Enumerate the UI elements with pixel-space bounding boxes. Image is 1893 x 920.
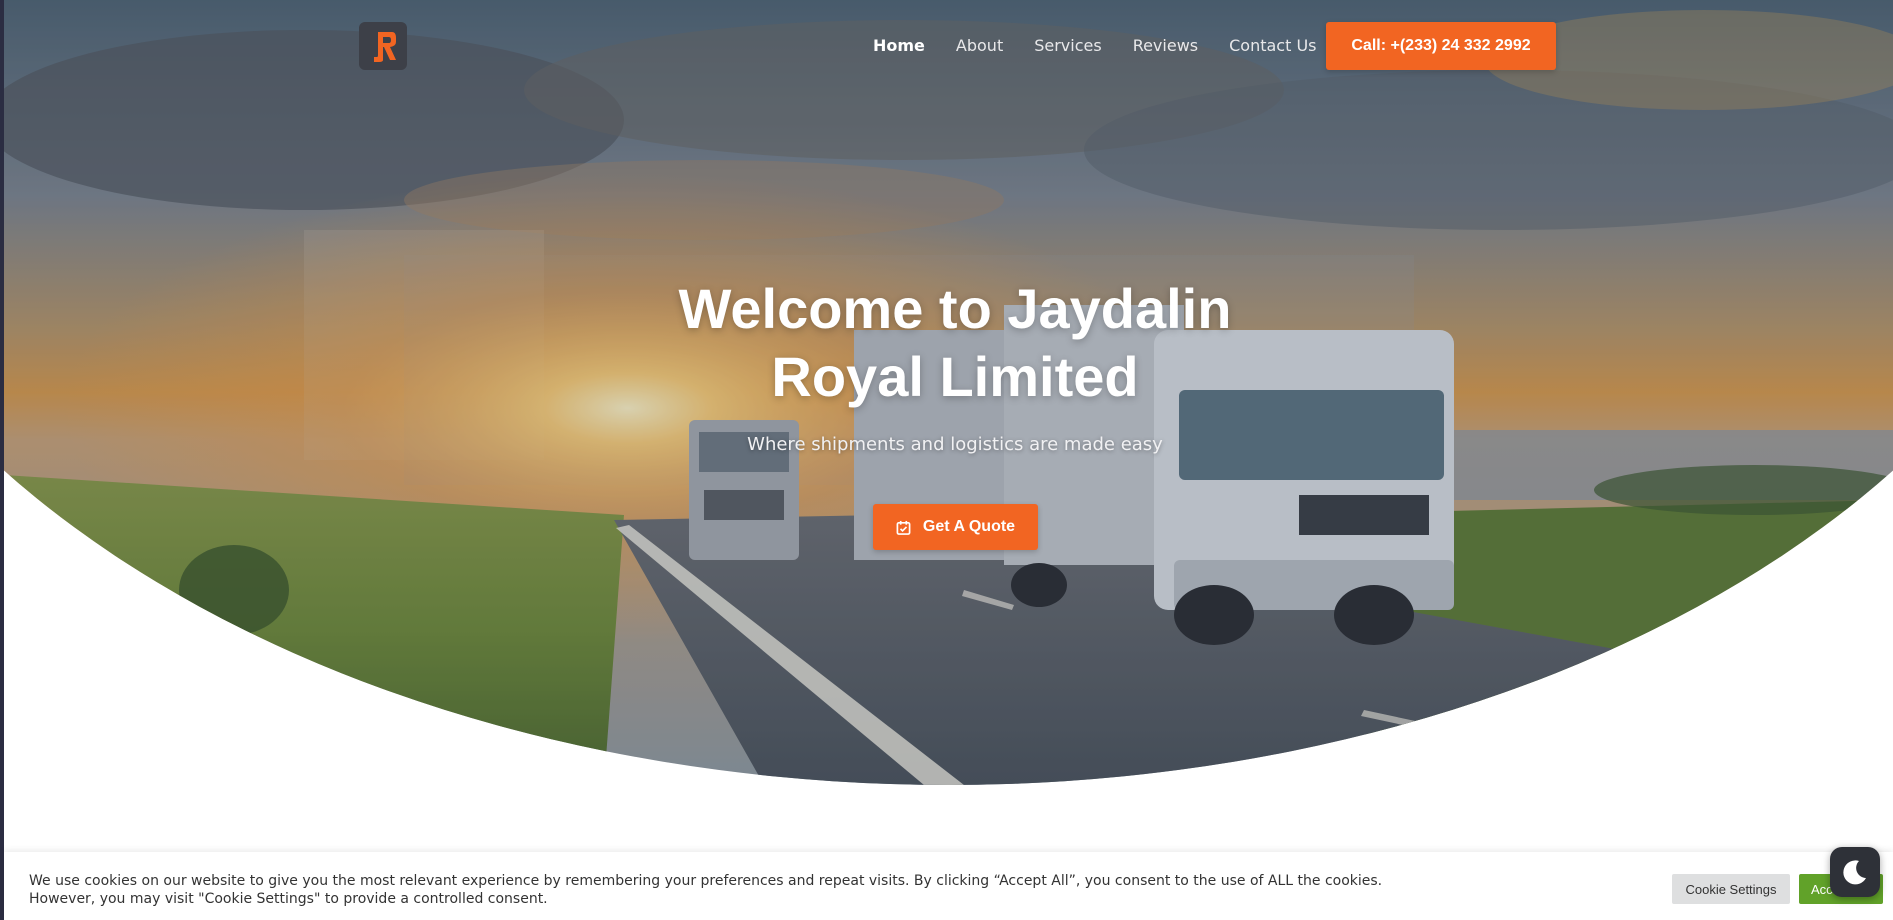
cookie-message-line2: However, you may visit "Cookie Settings"… — [29, 891, 548, 907]
cookie-settings-button[interactable]: Cookie Settings — [1672, 874, 1790, 904]
calendar-check-icon — [896, 520, 911, 535]
nav-item-about[interactable]: About — [956, 36, 1003, 55]
main-nav: Home About Services Reviews Contact Us — [873, 36, 1348, 55]
cookie-message: We use cookies on our website to give yo… — [29, 872, 1383, 908]
nav-item-reviews[interactable]: Reviews — [1133, 36, 1198, 55]
cookie-consent-bar: We use cookies on our website to give yo… — [4, 852, 1893, 920]
hero-title: Welcome to Jaydalin Royal Limited — [600, 275, 1310, 411]
site-logo[interactable] — [359, 22, 407, 70]
page: Home About Services Reviews Contact Us C… — [0, 0, 1893, 920]
jr-monogram-logo-icon — [374, 32, 396, 62]
get-a-quote-button[interactable]: Get A Quote — [873, 504, 1038, 550]
dark-mode-toggle[interactable] — [1830, 847, 1880, 897]
hero-title-line2: Royal Limited — [771, 345, 1139, 408]
hero-title-line1: Welcome to Jaydalin — [678, 277, 1232, 340]
cookie-message-line1: We use cookies on our website to give yo… — [29, 873, 1383, 889]
get-a-quote-label: Get A Quote — [922, 518, 1016, 535]
moon-icon — [1843, 860, 1866, 885]
nav-item-contact-us[interactable]: Contact Us — [1229, 36, 1316, 55]
nav-item-home[interactable]: Home — [873, 36, 925, 55]
call-button[interactable]: Call: +(233) 24 332 2992 — [1326, 22, 1556, 70]
nav-item-services[interactable]: Services — [1034, 36, 1101, 55]
hero-subtitle: Where shipments and logistics are made e… — [747, 434, 1163, 455]
